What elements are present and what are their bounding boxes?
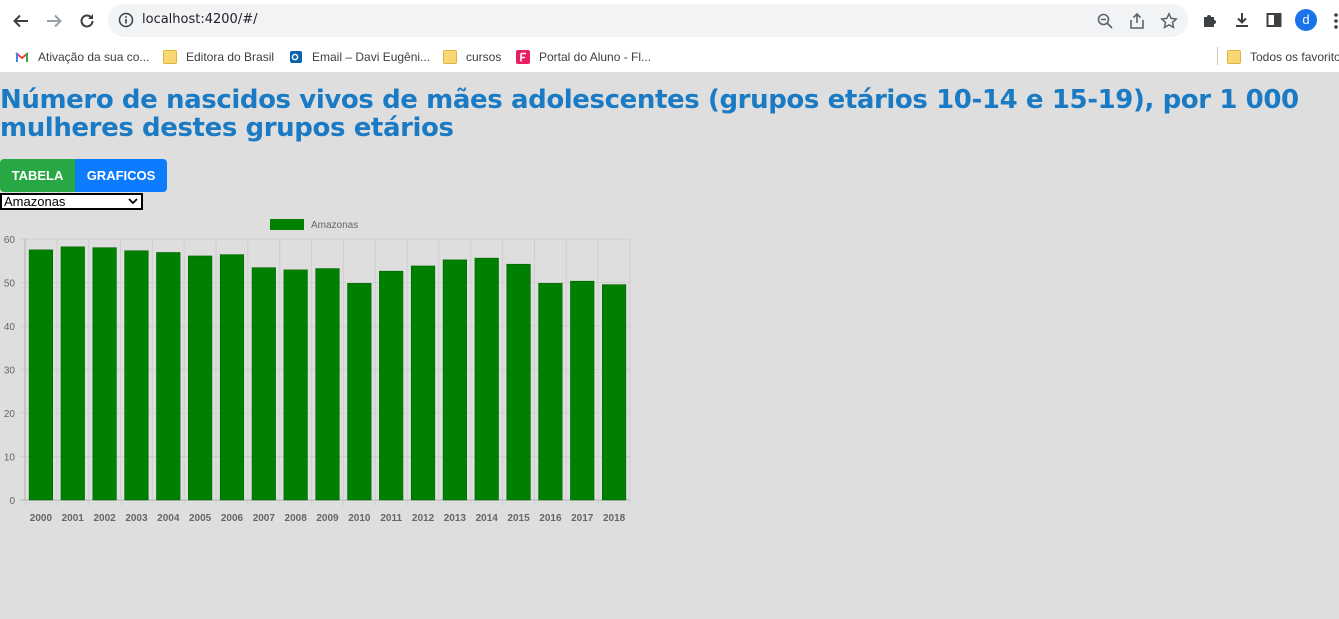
bookmark-label: Portal do Aluno - Fl... [539, 50, 652, 64]
extensions-icon[interactable] [1201, 11, 1219, 29]
x-tick-label: 2007 [253, 513, 276, 524]
url-text[interactable]: localhost:4200/#/ [142, 12, 257, 27]
bar [251, 267, 276, 501]
x-tick-label: 2011 [380, 513, 402, 524]
y-tick-label: 20 [4, 409, 16, 420]
tabela-button[interactable]: TABELA [0, 159, 75, 192]
bookmark-item[interactable]: Ativação da sua co... [15, 48, 149, 66]
outlook-icon [290, 51, 302, 63]
portal-icon [516, 50, 530, 64]
folder-icon [443, 50, 457, 64]
y-tick-label: 30 [4, 366, 16, 377]
bar [60, 246, 85, 501]
bookmark-label: Ativação da sua co... [38, 50, 150, 64]
bar-chart: 0 10 20 30 40 50 60 2000 2001 2002 2003 2004 2005 200… [4, 219, 631, 524]
folder-icon [1227, 50, 1241, 64]
bar [219, 254, 245, 501]
chevron-down-icon [128, 198, 138, 205]
profile-avatar[interactable]: d [1295, 9, 1317, 31]
x-tick-label: 2009 [316, 513, 339, 524]
x-tick-label: 2008 [285, 513, 308, 524]
side-panel-icon[interactable] [1265, 11, 1283, 29]
bar [410, 265, 436, 501]
download-icon[interactable] [1233, 11, 1251, 29]
arrow-right-icon [47, 14, 62, 28]
bookmarks-divider [1217, 47, 1218, 65]
y-tick-label: 40 [4, 322, 16, 333]
bar [315, 268, 340, 501]
y-tick-label: 60 [4, 235, 16, 246]
bookmark-label: Email – Davi Eugêni... [312, 50, 431, 64]
x-tick-label: 2003 [125, 513, 148, 524]
y-tick-label: 0 [9, 496, 15, 507]
bookmark-item-other[interactable]: Todos os favoritos [1227, 48, 1339, 66]
back-button[interactable] [9, 9, 33, 33]
x-tick-label: 2005 [189, 513, 212, 524]
share-icon[interactable] [1128, 12, 1146, 30]
bar [156, 252, 181, 501]
x-tick-label: 2004 [157, 513, 180, 524]
x-tick-label: 2001 [62, 513, 85, 524]
legend-swatch [270, 219, 304, 230]
y-tick-label: 10 [4, 453, 16, 464]
address-bar[interactable]: localhost:4200/#/ [108, 4, 1188, 37]
x-tick-label: 2013 [444, 513, 467, 524]
bar [570, 280, 595, 501]
zoom-icon[interactable] [1096, 12, 1114, 30]
bar [347, 283, 372, 501]
state-select-value: Amazonas [4, 194, 66, 209]
bar [474, 257, 499, 501]
page-title: Número de nascidos vivos de mães adolesc… [0, 85, 1299, 143]
gmail-icon [15, 52, 29, 62]
reload-icon [80, 14, 94, 28]
x-tick-label: 2002 [93, 513, 116, 524]
x-tick-label: 2006 [221, 513, 244, 524]
bar [379, 270, 404, 501]
bar [283, 269, 308, 501]
reload-button[interactable] [75, 9, 99, 33]
bookmark-label: Editora do Brasil [186, 50, 275, 64]
x-tick-label: 2012 [412, 513, 435, 524]
bookmark-item[interactable]: Email – Davi Eugêni... [289, 48, 430, 66]
info-icon[interactable] [118, 12, 134, 28]
bookmarks-bar: Ativação da sua co... Editora do Brasil … [0, 40, 1339, 73]
browser-toolbar: localhost:4200/#/ d [0, 0, 1339, 40]
star-icon[interactable] [1160, 12, 1178, 30]
x-tick-label: 2015 [507, 513, 530, 524]
menu-icon[interactable] [1333, 12, 1339, 30]
bar [442, 259, 467, 501]
bar [601, 284, 627, 501]
bookmark-item[interactable]: Editora do Brasil [163, 48, 274, 66]
bar [28, 249, 54, 501]
y-tick-label: 50 [4, 279, 16, 290]
bookmark-label: Todos os favoritos [1250, 50, 1339, 64]
bar [92, 247, 117, 501]
bar [188, 255, 213, 501]
bar [124, 250, 149, 501]
x-tick-label: 2016 [539, 513, 562, 524]
state-select[interactable]: Amazonas [0, 193, 143, 210]
bookmark-item[interactable]: Portal do Aluno - Fl... [516, 48, 651, 66]
x-tick-label: 2018 [603, 513, 626, 524]
x-tick-label: 2017 [571, 513, 594, 524]
bookmark-label: cursos [466, 50, 502, 64]
bookmark-item[interactable]: cursos [443, 48, 501, 66]
bar [538, 283, 563, 501]
x-tick-label: 2014 [476, 513, 499, 524]
forward-button[interactable] [42, 9, 66, 33]
graficos-button[interactable]: GRAFICOS [75, 159, 167, 192]
legend-label: Amazonas [311, 220, 358, 231]
arrow-left-icon [13, 14, 28, 28]
x-tick-label: 2010 [348, 513, 371, 524]
x-tick-label: 2000 [30, 513, 53, 524]
bar [506, 263, 531, 501]
folder-icon [163, 50, 177, 64]
